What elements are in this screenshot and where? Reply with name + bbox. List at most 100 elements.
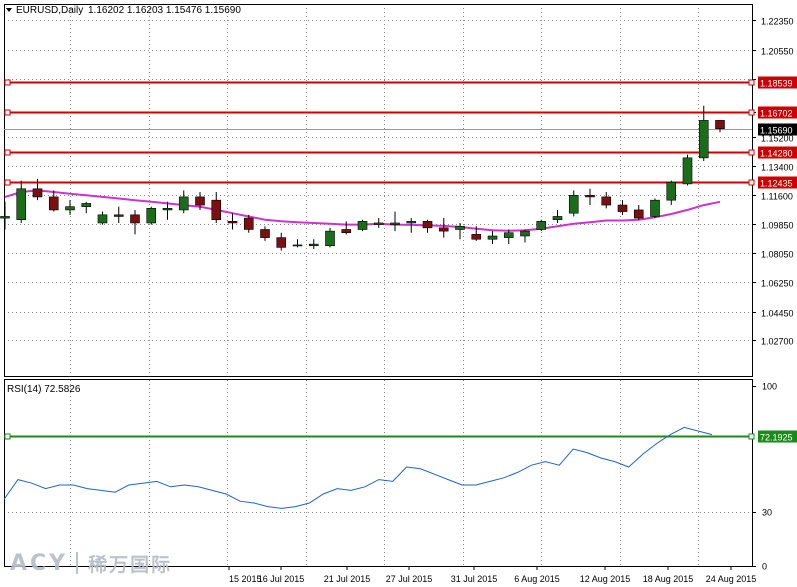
y-tick-label: 1.04450 — [761, 309, 794, 319]
hline-handle[interactable] — [748, 79, 755, 86]
candle-body-bear — [130, 214, 140, 224]
symbol-label: EURUSD,Daily — [16, 5, 83, 16]
rsi-title: RSI(14) 72.5826 — [7, 384, 81, 395]
candle — [601, 192, 612, 209]
candle-body-bull — [65, 206, 75, 211]
candle — [617, 200, 628, 215]
candle-body-bear — [438, 227, 449, 232]
candle — [552, 209, 563, 223]
candle-body-bull — [292, 244, 303, 247]
candle-body-bear — [276, 237, 287, 248]
candle — [357, 219, 368, 232]
candle — [536, 219, 547, 232]
y-tick-label: 1.02700 — [761, 337, 794, 347]
candle-body-bull — [536, 221, 547, 230]
candle-body-bear — [617, 204, 628, 212]
candle-body-bear — [585, 194, 595, 198]
hline-label: 1.14280 — [760, 149, 793, 159]
candle-body-bull — [162, 208, 173, 211]
candle — [227, 213, 238, 230]
candle-body-bear — [243, 217, 254, 230]
candle-body-bear — [211, 199, 222, 221]
watermark: ACY 稀万国际 — [10, 548, 172, 578]
candle-body-bear — [422, 221, 433, 229]
y-tick-label: 1.06250 — [761, 279, 794, 289]
candle — [130, 209, 140, 235]
candle — [698, 105, 709, 162]
rsi-line — [3, 426, 713, 509]
candle — [113, 206, 124, 223]
support-resistance-lines: 1.18539 1.16702 1.14280 1.12435 — [4, 76, 797, 189]
rsi-panel-frame — [4, 379, 753, 567]
hline-handle[interactable] — [4, 109, 11, 116]
hline-handle[interactable] — [748, 109, 755, 116]
y-tick-label: 1.11600 — [761, 192, 793, 202]
hline-label: 1.18539 — [760, 79, 793, 89]
candle — [146, 206, 157, 225]
candle-body-bear — [48, 196, 59, 211]
candle-body-bull — [520, 230, 530, 237]
rsi-y-tick-label: 100 — [762, 382, 777, 392]
candle-body-bull — [373, 222, 384, 225]
candle — [568, 190, 579, 217]
x-tick-label: 18 Aug 2015 — [643, 574, 694, 584]
candle — [211, 192, 222, 223]
candle — [97, 211, 108, 225]
candle-body-bull — [568, 194, 579, 214]
candle-body-bear — [113, 214, 124, 217]
candle-body-bull — [487, 235, 498, 240]
watermark-chinese: 稀万国际 — [88, 553, 173, 576]
candle-body-bear — [227, 221, 238, 224]
y-tick-label: 1.22350 — [761, 17, 794, 27]
rsi-y-tick-label: 30 — [762, 508, 772, 518]
main-panel-frame — [4, 4, 753, 377]
candle — [16, 180, 27, 223]
hline-handle[interactable] — [4, 79, 11, 86]
y-tick-label: 1.09850 — [761, 221, 794, 231]
candle-body-bull — [666, 181, 677, 201]
y-tick-label: 1.20550 — [761, 47, 794, 57]
dropdown-arrow-icon[interactable] — [6, 8, 12, 12]
x-tick-label: 21 Jul 2015 — [324, 574, 371, 584]
hline-handle[interactable] — [4, 149, 11, 156]
hline-handle[interactable] — [748, 149, 755, 156]
candle-body-bull — [146, 208, 157, 224]
hline-handle[interactable] — [4, 179, 11, 186]
y-tick-label: 1.08050 — [761, 250, 794, 260]
rsi-y-tick-label: 0 — [762, 562, 767, 572]
x-tick-label: 6 Aug 2015 — [514, 574, 560, 584]
candle-body-bull — [357, 221, 368, 230]
candle-body-bear — [633, 209, 644, 219]
candle — [276, 232, 287, 251]
candle-body-bull — [552, 216, 563, 221]
candle — [422, 219, 433, 233]
watermark-brand: ACY — [10, 550, 69, 576]
hline-handle[interactable] — [748, 179, 755, 186]
candle-body-bear — [260, 229, 270, 238]
current-price-label: 1.15690 — [760, 126, 793, 136]
candle — [666, 180, 677, 206]
candle — [341, 221, 352, 235]
x-tick-label: 12 Aug 2015 — [580, 574, 631, 584]
y-tick-label: 1.13400 — [761, 163, 794, 173]
candle — [0, 201, 10, 230]
candle — [81, 201, 92, 214]
candle-body-bear — [471, 234, 482, 240]
candle-body-bear — [715, 120, 725, 130]
rsi-level-handle[interactable] — [748, 433, 755, 440]
candles — [0, 105, 725, 251]
candle — [520, 229, 530, 243]
x-tick-label: 24 Aug 2015 — [706, 574, 757, 584]
candle — [65, 200, 75, 215]
candle — [178, 190, 189, 214]
candle — [487, 231, 498, 245]
candle-body-bull — [390, 222, 400, 225]
candle-body-bull — [97, 214, 108, 224]
candle-body-bull — [0, 216, 10, 219]
candle — [633, 205, 644, 220]
x-axis: 15 201516 Jul 2015 21 Jul 2015 27 Jul 2015… — [228, 566, 757, 584]
candle-body-bull — [16, 188, 27, 221]
candle — [682, 154, 693, 186]
rsi-level-handle[interactable] — [4, 433, 11, 440]
candle — [438, 218, 449, 238]
